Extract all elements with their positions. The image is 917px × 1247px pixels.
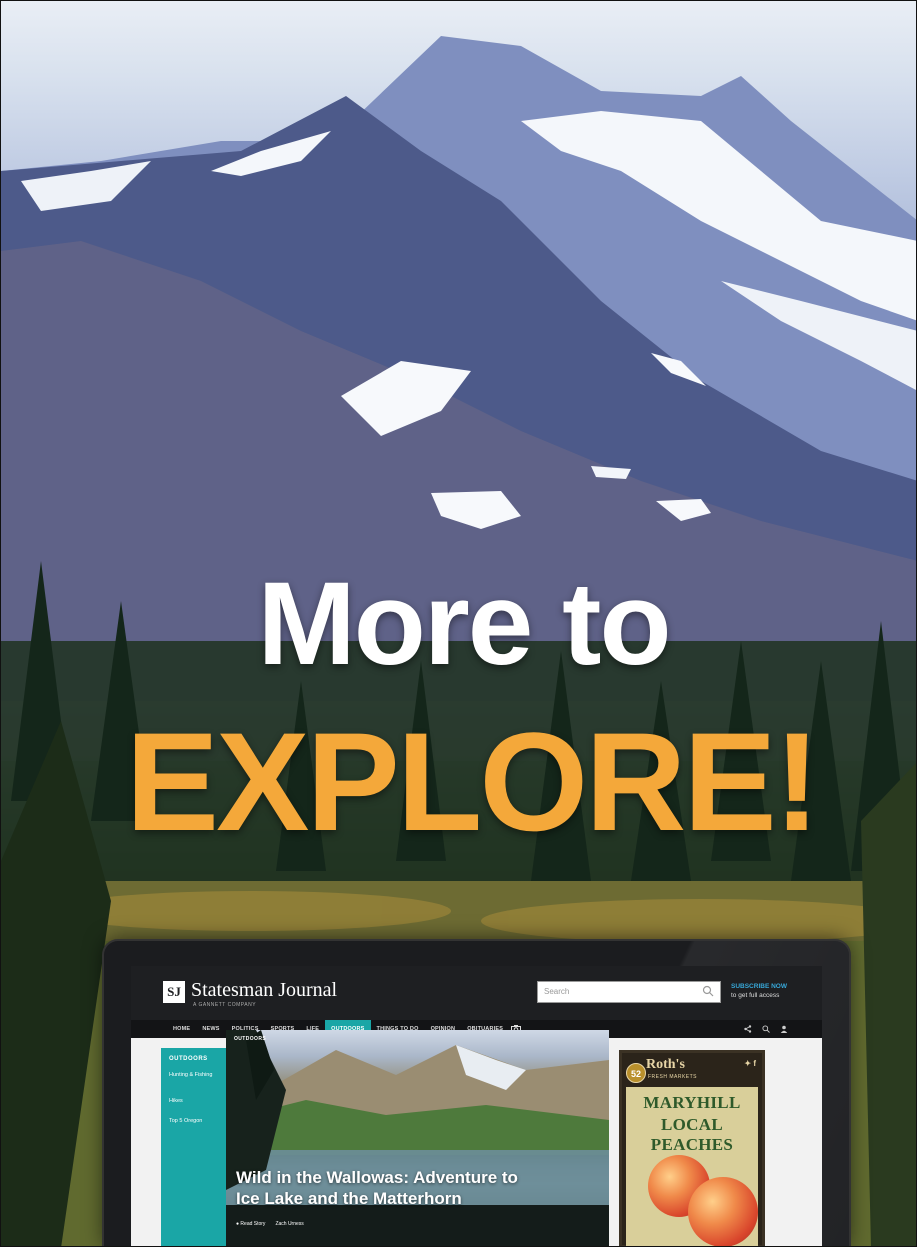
subscribe-subtitle: to get full access <box>731 992 780 999</box>
hero-section-tag: OUTDOORS <box>234 1036 267 1042</box>
sidebar-link-hunting-fishing[interactable]: Hunting & Fishing <box>169 1072 219 1079</box>
site-logo-name[interactable]: Statesman Journal <box>191 979 337 1002</box>
ad-badge: 52 <box>626 1063 646 1083</box>
user-icon[interactable] <box>780 1025 788 1033</box>
monitor-mockup: SJ Statesman Journal A GANNETT COMPANY S… <box>104 941 849 1246</box>
hero-headline[interactable]: Wild in the Wallowas: Adventure to Ice L… <box>236 1167 536 1209</box>
sidebar-link-hikes[interactable]: Hikes <box>169 1098 183 1105</box>
sidebar-link-top5-oregon[interactable]: Top 5 Oregon <box>169 1118 202 1125</box>
headline-line2: EXPLORE! <box>125 703 821 860</box>
ad-line1: MARYHILL <box>643 1093 741 1112</box>
hero-byline: Zach Urness <box>275 1221 304 1227</box>
promo-poster: More to EXPLORE! SJ Statesman Journal A … <box>0 0 917 1247</box>
hero-story[interactable]: OUTDOORS Wild in the Wallowas: Adventure… <box>226 1030 609 1246</box>
sidebar-title: OUTDOORS <box>169 1056 208 1062</box>
headline-line1: More to <box>257 558 671 690</box>
nav-item-news[interactable]: NEWS <box>196 1020 225 1038</box>
site-logo-subtitle: A GANNETT COMPANY <box>193 1002 257 1008</box>
hero-photo <box>226 1030 609 1246</box>
subscribe-title: SUBSCRIBE NOW <box>731 983 787 990</box>
site-header: SJ Statesman Journal A GANNETT COMPANY S… <box>131 966 822 1020</box>
subscribe-link[interactable]: SUBSCRIBE NOW to get full access <box>731 982 787 1000</box>
nav-tools <box>744 1020 788 1038</box>
website-screen: SJ Statesman Journal A GANNETT COMPANY S… <box>131 966 822 1246</box>
section-sidebar: OUTDOORS Hunting & Fishing Hikes Top 5 O… <box>161 1048 227 1246</box>
read-story-label: Read Story <box>240 1221 266 1227</box>
ad-brand-subtitle: FRESH MARKETS <box>648 1074 698 1080</box>
share-icon[interactable] <box>744 1025 752 1033</box>
search-icon[interactable] <box>702 985 714 997</box>
advertisement[interactable]: 52 Roth's FRESH MARKETS ✦ f MARYHILL LOC… <box>619 1050 765 1246</box>
nav-search-icon[interactable] <box>762 1025 770 1033</box>
hero-footer: ● Read Story Zach Urness <box>236 1221 304 1227</box>
page-content: OUTDOORS Hunting & Fishing Hikes Top 5 O… <box>131 1030 822 1246</box>
ad-panel: MARYHILL LOCAL PEACHES <box>626 1087 758 1246</box>
search-input[interactable]: Search <box>537 981 721 1003</box>
search-placeholder: Search <box>544 987 570 996</box>
peach-image <box>688 1177 758 1246</box>
ad-social-icons[interactable]: ✦ f <box>744 1059 756 1068</box>
nav-item-home[interactable]: HOME <box>167 1020 196 1038</box>
read-story-link[interactable]: ● Read Story <box>236 1221 265 1227</box>
ad-brand: Roth's <box>646 1057 685 1072</box>
site-logo-mark[interactable]: SJ <box>163 981 185 1003</box>
ad-line2: LOCAL PEACHES <box>650 1115 734 1154</box>
